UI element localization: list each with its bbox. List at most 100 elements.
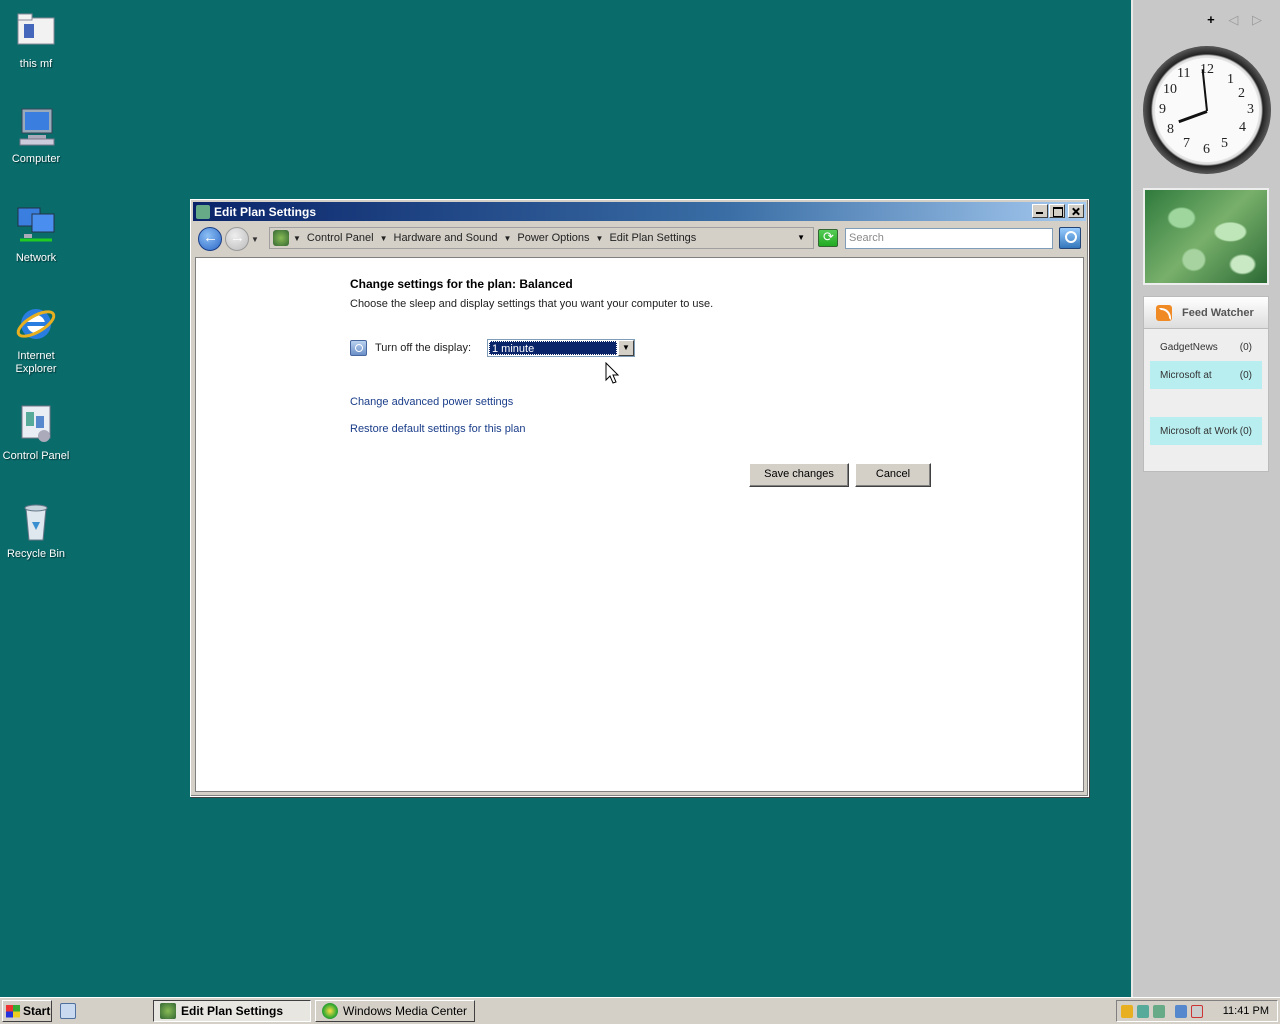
windows-logo-icon (6, 1004, 20, 1018)
volume-muted-icon[interactable] (1191, 1004, 1203, 1018)
edit-plan-settings-window: Edit Plan Settings ▼ ▼ Control Panel ▼ H… (190, 199, 1089, 797)
rss-icon (1156, 304, 1172, 321)
taskbar: Start Edit Plan Settings Windows Media C… (0, 997, 1280, 1024)
restore-defaults-link[interactable]: Restore default settings for this plan (350, 423, 525, 435)
sidebar-controls: + ◁ ▷ (1197, 12, 1262, 28)
navigation-bar: ▼ ▼ Control Panel ▼ Hardware and Sound ▼… (193, 223, 1086, 255)
desktop-icon-this-mf[interactable]: this mf (0, 10, 72, 71)
save-changes-button[interactable]: Save changes (749, 463, 849, 487)
page-title: Change settings for the plan: Balanced (350, 277, 573, 291)
taskbar-item-windows-media-center[interactable]: Windows Media Center (315, 1000, 475, 1022)
desktop-icon-label: Control Panel (2, 450, 70, 462)
add-gadget-button[interactable]: + (1207, 12, 1215, 27)
feed-title: Feed Watcher (1182, 306, 1254, 319)
desktop-icon-network[interactable]: Network (0, 204, 72, 265)
desktop-icon-recycle-bin[interactable]: Recycle Bin (0, 500, 72, 561)
control-panel-icon (273, 230, 289, 246)
slideshow-gadget[interactable] (1143, 188, 1269, 285)
window-buttons (1031, 204, 1084, 218)
clock-number: 9 (1159, 102, 1166, 117)
feed-item[interactable]: Microsoft at (0) (1150, 361, 1262, 389)
forward-button[interactable] (225, 227, 249, 251)
desktop-icon-label: Computer (11, 153, 61, 165)
network-status-icon[interactable] (1175, 1004, 1187, 1018)
sidebar-prev-button[interactable]: ◁ (1228, 12, 1238, 27)
desktop-icon-computer[interactable]: Computer (0, 105, 72, 166)
windows-media-center-icon (322, 1003, 338, 1019)
turn-off-display-row: Turn off the display: 1 minute ▼ (350, 339, 635, 357)
address-dropdown-icon[interactable]: ▼ (797, 233, 805, 242)
search-input[interactable]: Search (845, 228, 1053, 249)
desktop-icon-label: Network (15, 252, 57, 264)
clock-number: 10 (1163, 82, 1177, 97)
feed-item-count: (0) (1239, 341, 1252, 353)
feed-item-name: GadgetNews (1160, 341, 1218, 353)
mouse-cursor-icon (605, 362, 620, 384)
start-label: Start (23, 1004, 51, 1018)
search-button[interactable] (1059, 227, 1081, 249)
maximize-button[interactable] (1049, 204, 1065, 218)
security-alert-icon[interactable] (1121, 1004, 1133, 1018)
refresh-button[interactable] (818, 229, 838, 247)
computer-icon (14, 105, 58, 149)
clock-number: 3 (1247, 102, 1254, 117)
clock-number: 6 (1203, 142, 1210, 157)
clock-number: 8 (1167, 122, 1174, 137)
feed-header: Feed Watcher (1144, 297, 1268, 329)
control-panel-icon (14, 402, 58, 446)
taskbar-item-edit-plan-settings[interactable]: Edit Plan Settings (153, 1000, 311, 1022)
back-button[interactable] (198, 227, 222, 251)
breadcrumb-separator-icon[interactable]: ▼ (293, 234, 301, 243)
breadcrumb-edit-plan-settings[interactable]: Edit Plan Settings (609, 232, 696, 244)
clock-gadget[interactable]: 12 1 2 3 4 5 6 7 8 9 10 11 (1143, 46, 1271, 174)
network-icon (14, 204, 58, 248)
display-timer-icon (350, 340, 367, 356)
feed-spacer (1144, 389, 1268, 417)
taskbar-clock[interactable]: 11:41 PM (1223, 1005, 1269, 1017)
feed-item-name: Microsoft at Work (1160, 425, 1238, 437)
chevron-down-icon[interactable]: ▼ (618, 340, 634, 356)
folder-icon (14, 10, 58, 54)
power-options-icon (160, 1003, 176, 1019)
feed-item-count: (0) (1239, 369, 1252, 381)
close-button[interactable] (1068, 204, 1084, 218)
clock-number: 1 (1227, 72, 1234, 87)
power-options-icon (196, 204, 210, 219)
start-button[interactable]: Start (2, 1000, 52, 1022)
breadcrumb-control-panel[interactable]: Control Panel (307, 232, 374, 244)
change-advanced-settings-link[interactable]: Change advanced power settings (350, 396, 513, 408)
sidebar-next-button[interactable]: ▷ (1252, 12, 1262, 27)
cancel-button[interactable]: Cancel (855, 463, 931, 487)
minimize-button[interactable] (1032, 204, 1048, 218)
taskbar-item-label: Edit Plan Settings (181, 1004, 284, 1018)
clock-number: 2 (1238, 86, 1245, 101)
turn-off-display-select[interactable]: 1 minute ▼ (487, 339, 635, 357)
select-value: 1 minute (489, 341, 617, 355)
desktop-icon-control-panel[interactable]: Control Panel (0, 402, 72, 463)
quick-launch-show-desktop-icon[interactable] (60, 1003, 76, 1019)
feed-item[interactable]: Microsoft at Work (0) (1150, 417, 1262, 445)
feed-watcher-gadget[interactable]: Feed Watcher GadgetNews (0) Microsoft at… (1143, 296, 1269, 472)
breadcrumb-power-options[interactable]: Power Options (517, 232, 589, 244)
desktop-icon-label: this mf (19, 58, 53, 70)
address-bar[interactable]: ▼ Control Panel ▼ Hardware and Sound ▼ P… (269, 227, 814, 249)
feed-item[interactable]: GadgetNews (0) (1150, 333, 1262, 361)
internet-explorer-icon (14, 302, 58, 346)
breadcrumb-separator-icon[interactable]: ▼ (380, 234, 388, 243)
breadcrumb-separator-icon[interactable]: ▼ (596, 234, 604, 243)
page-subtitle: Choose the sleep and display settings th… (350, 298, 714, 310)
breadcrumb-hardware-and-sound[interactable]: Hardware and Sound (394, 232, 498, 244)
feed-item-name: Microsoft at (1160, 369, 1212, 381)
clock-number: 7 (1183, 136, 1190, 151)
recycle-bin-icon (14, 500, 58, 544)
clock-number: 11 (1177, 66, 1191, 81)
desktop-icon-internet-explorer[interactable]: Internet Explorer (0, 302, 72, 376)
power-icon[interactable] (1137, 1004, 1149, 1018)
desktop-icon-label: Recycle Bin (6, 548, 66, 560)
breadcrumb-separator-icon[interactable]: ▼ (503, 234, 511, 243)
sidebar-icon[interactable] (1153, 1004, 1165, 1018)
history-dropdown-icon[interactable]: ▼ (251, 235, 259, 244)
title-bar[interactable]: Edit Plan Settings (193, 202, 1086, 221)
content-pane: Change settings for the plan: Balanced C… (195, 257, 1084, 792)
desktop-icon-label: Internet Explorer (15, 350, 57, 375)
